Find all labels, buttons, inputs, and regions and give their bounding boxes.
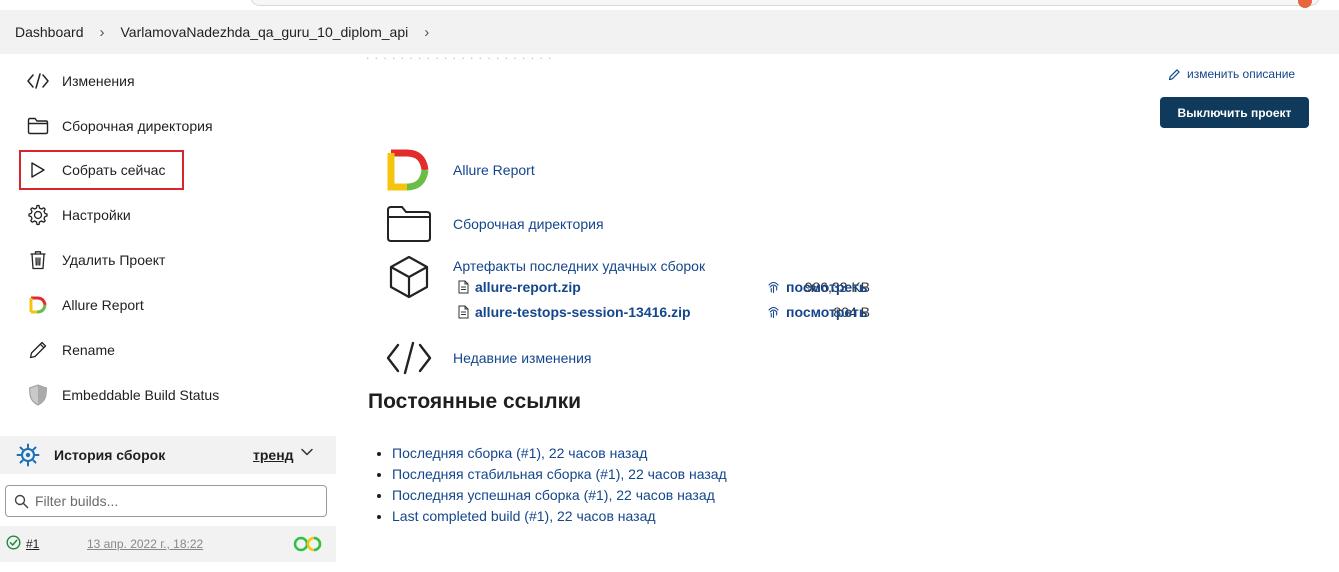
allure-report-row: Allure Report (386, 147, 535, 193)
pencil-icon (1168, 68, 1181, 81)
list-item: Последняя стабильная сборка (#1), 22 час… (392, 466, 727, 483)
filter-builds-input[interactable]: Filter builds... (5, 485, 327, 517)
sidebar-item-rename[interactable]: Rename (20, 330, 115, 370)
edit-description-link[interactable]: изменить описание (1168, 67, 1295, 81)
sidebar: Изменения Сборочная директория Собрать с… (0, 54, 336, 572)
trend-link[interactable]: тренд (253, 447, 294, 463)
folder-icon (386, 201, 432, 247)
sidebar-item-allure-report[interactable]: Allure Report (20, 285, 144, 325)
sidebar-item-label: Rename (62, 342, 115, 358)
recent-changes-link[interactable]: Недавние изменения (453, 350, 592, 366)
folder-icon (27, 115, 49, 137)
pencil-icon (27, 339, 49, 361)
sidebar-item-build-now[interactable]: Собрать сейчас (19, 150, 184, 190)
list-item: Last completed build (#1), 22 часов наза… (392, 508, 727, 525)
disable-project-button[interactable]: Выключить проект (1160, 97, 1309, 128)
view-label: посмотреть (786, 279, 868, 295)
sidebar-item-settings[interactable]: Настройки (20, 195, 131, 235)
build-history-title: История сборок (54, 447, 166, 463)
code-icon (27, 70, 49, 92)
view-artifact-link[interactable]: посмотреть (767, 304, 867, 320)
shield-icon (27, 384, 49, 406)
sidebar-item-workspace[interactable]: Сборочная директория (20, 106, 213, 146)
chevron-down-icon[interactable] (300, 445, 314, 462)
browser-top-strip (0, 0, 1339, 10)
artifacts-link[interactable]: Артефакты последних удачных сборок (453, 258, 705, 274)
sidebar-item-label: Изменения (62, 73, 135, 89)
list-item: Последняя сборка (#1), 22 часов назад (392, 445, 727, 462)
sidebar-item-label: Настройки (62, 207, 131, 223)
breadcrumb-project[interactable]: VarlamovaNadezhda_qa_guru_10_diplom_api (121, 24, 409, 40)
allure-report-link[interactable]: Allure Report (453, 162, 535, 178)
build-history-icon (16, 443, 40, 467)
sidebar-item-label: Сборочная директория (62, 118, 213, 134)
file-icon (458, 305, 469, 319)
allure-badge-icon[interactable] (293, 536, 325, 555)
filter-placeholder: Filter builds... (35, 493, 119, 509)
workspace-link[interactable]: Сборочная директория (453, 216, 604, 232)
breadcrumb: Dashboard › VarlamovaNadezhda_qa_guru_10… (0, 10, 1339, 54)
success-check-icon (6, 535, 21, 553)
package-box-icon (386, 254, 432, 300)
view-label: посмотреть (786, 304, 868, 320)
trash-icon (27, 249, 49, 271)
view-artifact-link[interactable]: посмотреть (767, 279, 867, 295)
sidebar-item-delete-project[interactable]: Удалить Проект (20, 240, 165, 280)
allure-logo-icon (27, 294, 49, 316)
sidebar-item-label: Embeddable Build Status (62, 387, 220, 403)
artifacts-row (386, 254, 432, 300)
sidebar-item-label: Удалить Проект (62, 252, 166, 268)
play-icon (27, 159, 49, 181)
list-item: Последняя успешная сборка (#1), 22 часов… (392, 487, 727, 504)
description-cut-off: . . . . . . . . . . . . . . . . . . . . … (366, 48, 553, 62)
address-bar-remnant (250, 0, 1320, 6)
artifact-row: allure-report.zip 986,33 KB (458, 279, 870, 295)
permalink[interactable]: Последняя сборка (#1), 22 часов назад (392, 445, 647, 461)
gear-icon (27, 204, 49, 226)
edit-description-label: изменить описание (1187, 67, 1296, 81)
permalinks-title: Постоянные ссылки (368, 390, 582, 413)
fingerprint-icon (767, 280, 780, 294)
build-history-header: История сборок тренд (0, 436, 336, 474)
sidebar-item-label: Allure Report (62, 297, 144, 313)
file-icon (458, 280, 469, 294)
fingerprint-icon (767, 305, 780, 319)
recent-changes-row: Недавние изменения (386, 335, 592, 381)
sidebar-item-embeddable-build-status[interactable]: Embeddable Build Status (20, 375, 219, 415)
artifact-link[interactable]: allure-report.zip (475, 279, 581, 295)
workspace-row: Сборочная директория (386, 201, 604, 247)
browser-profile-icon (1298, 0, 1312, 8)
breadcrumb-dashboard[interactable]: Dashboard (15, 24, 84, 40)
permalink[interactable]: Последняя успешная сборка (#1), 22 часов… (392, 487, 715, 503)
chevron-right-icon: › (99, 23, 105, 41)
permalink[interactable]: Последняя стабильная сборка (#1), 22 час… (392, 466, 727, 482)
code-icon (386, 335, 432, 381)
permalink[interactable]: Last completed build (#1), 22 часов наза… (392, 508, 656, 524)
allure-logo-icon (386, 147, 432, 193)
main-content: . . . . . . . . . . . . . . . . . . . . … (336, 48, 1339, 572)
sidebar-item-changes[interactable]: Изменения (20, 61, 135, 101)
artifact-row: allure-testops-session-13416.zip 804 B (458, 304, 870, 320)
sidebar-item-label: Собрать сейчас (62, 162, 166, 178)
build-number-link[interactable]: #1 (26, 537, 39, 551)
permalinks-list: Последняя сборка (#1), 22 часов назад По… (392, 445, 727, 529)
chevron-right-icon[interactable]: › (424, 24, 429, 41)
build-date-link[interactable]: 13 апр. 2022 г., 18:22 (87, 537, 203, 551)
build-row[interactable]: #1 13 апр. 2022 г., 18:22 (0, 526, 336, 562)
search-icon (14, 494, 29, 509)
